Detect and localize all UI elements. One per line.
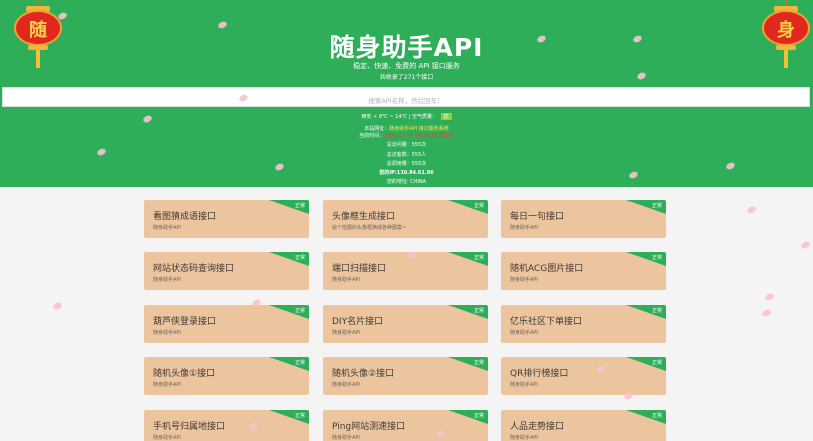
api-card-desc: 随身助手API <box>153 382 181 388</box>
site-title: 随身助手API <box>329 33 484 62</box>
your-location: 您的地址: CHINA <box>386 179 427 185</box>
api-card-desc: 随身助手API <box>153 435 181 441</box>
api-card-desc: 随身助手API <box>332 330 360 336</box>
header-banner: 随 身 随身助手API 稳定、快速、免费的 API 接口服务 共收录了271个接… <box>0 0 813 187</box>
api-card-title: Ping网站测速接口 <box>332 422 406 432</box>
api-card-desc: 给个性图的头像框换成各种图案~ <box>332 225 407 231</box>
api-card-title: 随机头像①接口 <box>153 369 216 379</box>
site-notice: 本站网址：随身助手API 接口服务系统 <box>364 126 449 132</box>
weather-city: 西安 <box>361 114 372 120</box>
petal-icon <box>52 301 63 311</box>
search-input[interactable] <box>3 92 809 110</box>
status-badge: 正常 <box>651 255 662 261</box>
api-card[interactable]: 看图猜成语接口随身助手API 正常 <box>144 200 309 238</box>
api-card-title: DIY名片接口 <box>332 317 384 327</box>
your-ip: 您的IP:130.84.61.86 <box>379 170 434 176</box>
status-badge: 正常 <box>651 413 662 419</box>
weather-widget: 西安 ☀ 8℃ ~ 14℃ | 空气质量： 优 <box>0 113 813 120</box>
api-card[interactable]: QR排行榜接口随身助手API 正常 <box>501 357 666 395</box>
status-badge: 正常 <box>473 255 484 261</box>
api-card[interactable]: 随机ACG图片接口随身助手API 正常 <box>501 252 666 290</box>
api-card[interactable]: 端口扫描接口随身助手API 正常 <box>323 252 488 290</box>
api-card-title: QR排行榜接口 <box>510 369 569 379</box>
api-count-text: 共收录了271个接口 <box>379 74 434 81</box>
total-calls: 总访问量：555次 <box>386 142 427 148</box>
search-bar[interactable] <box>2 87 810 110</box>
weather-sun-icon: ☀ <box>372 114 378 120</box>
api-card-desc: 随身助手API <box>510 382 538 388</box>
petal-icon <box>761 308 772 318</box>
status-badge: 正常 <box>294 360 305 366</box>
api-card[interactable]: 随机头像①接口随身助手API 正常 <box>144 357 309 395</box>
status-badge: 正常 <box>473 360 484 366</box>
api-card-title: 头像框生成接口 <box>332 212 396 222</box>
today-visitors: 总访客数：555人 <box>386 152 427 158</box>
api-card-title: 人品走势接口 <box>510 422 565 432</box>
api-card-title: 亿乐社区下单接口 <box>510 317 583 327</box>
api-card[interactable]: 网站状态码查询接口随身助手API 正常 <box>144 252 309 290</box>
aqi-badge: 优 <box>440 113 452 120</box>
api-card-title: 手机号归属地接口 <box>153 422 226 432</box>
total-usage: 总调用量：555次 <box>386 161 427 167</box>
api-card[interactable]: 每日一句接口随身助手API 正常 <box>501 200 666 238</box>
aqi-label: 空气质量： <box>412 114 438 120</box>
petal-icon <box>764 292 775 302</box>
status-badge: 正常 <box>294 255 305 261</box>
status-badge: 正常 <box>473 203 484 209</box>
api-card-title: 每日一句接口 <box>510 212 565 222</box>
status-badge: 正常 <box>651 308 662 314</box>
api-card[interactable]: 头像框生成接口给个性图的头像框换成各种图案~ 正常 <box>323 200 488 238</box>
api-card-desc: 随身助手API <box>332 277 360 283</box>
status-badge: 正常 <box>294 308 305 314</box>
api-card-desc: 随身助手API <box>510 225 538 231</box>
api-card-desc: 随身助手API <box>332 382 360 388</box>
api-card-title: 随机ACG图片接口 <box>510 264 584 274</box>
api-card-title: 葫芦侠登录接口 <box>153 317 217 327</box>
api-card-title: 端口扫描接口 <box>332 264 387 274</box>
api-card-title: 网站状态码查询接口 <box>153 264 235 274</box>
status-badge: 正常 <box>473 308 484 314</box>
weather-temp: 8℃ ~ 14℃ <box>379 114 408 120</box>
api-card[interactable]: 亿乐社区下单接口随身助手API 正常 <box>501 305 666 343</box>
status-badge: 正常 <box>651 360 662 366</box>
api-card[interactable]: 手机号归属地接口随身助手API 正常 <box>144 410 309 441</box>
status-badge: 正常 <box>651 203 662 209</box>
api-card[interactable]: DIY名片接口随身助手API 正常 <box>323 305 488 343</box>
api-card-desc: 随身助手API <box>510 277 538 283</box>
petal-icon <box>746 205 757 215</box>
api-card[interactable]: Ping网站测速接口随身助手API 正常 <box>323 410 488 441</box>
api-card[interactable]: 随机头像②接口随身助手API 正常 <box>323 357 488 395</box>
status-badge: 正常 <box>473 413 484 419</box>
api-card-desc: 随身助手API <box>153 330 181 336</box>
current-time: 当前时间：2023-03-04 14:24:55 星期六 <box>359 133 454 139</box>
api-card-desc: 随身助手API <box>332 435 360 441</box>
api-card-desc: 随身助手API <box>510 435 538 441</box>
api-card-title: 随机头像②接口 <box>332 369 395 379</box>
status-badge: 正常 <box>294 203 305 209</box>
status-badge: 正常 <box>294 413 305 419</box>
api-card-title: 看图猜成语接口 <box>153 212 217 222</box>
api-card[interactable]: 葫芦侠登录接口随身助手API 正常 <box>144 305 309 343</box>
api-card-desc: 随身助手API <box>153 277 181 283</box>
api-card[interactable]: 人品走势接口随身助手API 正常 <box>501 410 666 441</box>
api-card-desc: 随身助手API <box>510 330 538 336</box>
api-card-desc: 随身助手API <box>153 225 181 231</box>
petal-icon <box>800 240 811 250</box>
site-subtitle: 稳定、快速、免费的 API 接口服务 <box>353 62 460 70</box>
